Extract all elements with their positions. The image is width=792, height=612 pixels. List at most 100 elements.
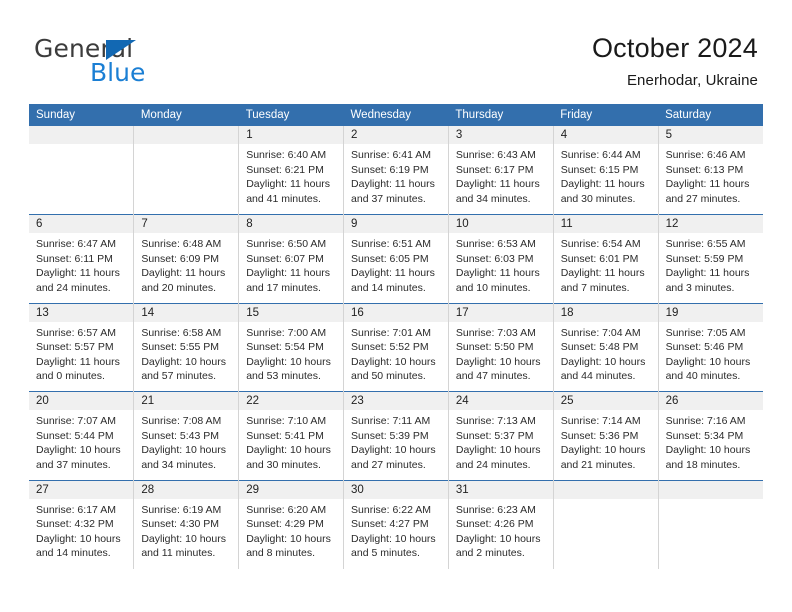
calendar-week-row: 6 Sunrise: 6:47 AM Sunset: 6:11 PM Dayli… bbox=[29, 214, 763, 303]
daylight-text: Daylight: 11 hours and 34 minutes. bbox=[455, 178, 540, 205]
day-cell[interactable]: 31 Sunrise: 6:23 AM Sunset: 4:26 PM Dayl… bbox=[447, 479, 554, 569]
general-blue-logo[interactable]: General Blue bbox=[34, 36, 234, 88]
sunrise-text: Sunrise: 6:23 AM bbox=[455, 503, 536, 516]
daylight-text: Daylight: 10 hours and 24 minutes. bbox=[455, 444, 541, 471]
day-number: 29 bbox=[239, 480, 344, 499]
sunrise-text: Sunrise: 6:48 AM bbox=[141, 238, 222, 250]
daylight-text: Daylight: 10 hours and 14 minutes. bbox=[36, 532, 121, 560]
sunrise-text: Sunrise: 6:47 AM bbox=[36, 238, 116, 250]
sunrise-text: Sunrise: 6:57 AM bbox=[36, 326, 116, 339]
calendar-page: General Blue October 2024 Enerhodar, Ukr… bbox=[0, 0, 792, 612]
daylight-text: Daylight: 11 hours and 7 minutes. bbox=[560, 267, 645, 294]
weekday-header-friday: Friday bbox=[553, 104, 659, 126]
day-cell[interactable]: 21 Sunrise: 7:08 AM Sunset: 5:43 PM Dayl… bbox=[133, 391, 239, 480]
day-details bbox=[134, 144, 238, 148]
day-number bbox=[553, 480, 658, 499]
sunset-text: Sunset: 5:37 PM bbox=[455, 429, 534, 442]
day-details bbox=[554, 499, 658, 503]
day-cell[interactable]: 7 Sunrise: 6:48 AM Sunset: 6:09 PM Dayli… bbox=[133, 214, 239, 303]
sunrise-text: Sunrise: 7:11 AM bbox=[351, 415, 431, 427]
day-cell[interactable]: 28 Sunrise: 6:19 AM Sunset: 4:30 PM Dayl… bbox=[133, 479, 239, 569]
day-cell[interactable]: 12 Sunrise: 6:55 AM Sunset: 5:59 PM Dayl… bbox=[657, 214, 763, 303]
weekday-header-saturday: Saturday bbox=[658, 104, 763, 126]
day-details: Sunrise: 6:44 AM Sunset: 6:15 PM Dayligh… bbox=[554, 144, 658, 206]
day-cell[interactable]: 17 Sunrise: 7:03 AM Sunset: 5:50 PM Dayl… bbox=[447, 302, 554, 392]
day-cell[interactable]: 14 Sunrise: 6:58 AM Sunset: 5:55 PM Dayl… bbox=[133, 302, 239, 392]
day-details: Sunrise: 7:11 AM Sunset: 5:39 PM Dayligh… bbox=[344, 410, 448, 472]
sunset-text: Sunset: 5:52 PM bbox=[351, 341, 429, 354]
sunset-text: Sunset: 5:44 PM bbox=[36, 429, 114, 442]
day-cell[interactable]: 15 Sunrise: 7:00 AM Sunset: 5:54 PM Dayl… bbox=[238, 302, 344, 392]
sunset-text: Sunset: 6:05 PM bbox=[351, 252, 429, 265]
sunset-text: Sunset: 5:57 PM bbox=[36, 341, 114, 354]
day-cell[interactable]: 1 Sunrise: 6:40 AM Sunset: 6:21 PM Dayli… bbox=[238, 126, 344, 215]
daylight-text: Daylight: 10 hours and 18 minutes. bbox=[665, 444, 751, 471]
weekday-header-thursday: Thursday bbox=[448, 104, 554, 126]
day-cell[interactable]: 8 Sunrise: 6:50 AM Sunset: 6:07 PM Dayli… bbox=[238, 214, 344, 303]
day-cell[interactable]: 19 Sunrise: 7:05 AM Sunset: 5:46 PM Dayl… bbox=[657, 302, 763, 392]
day-cell[interactable]: 2 Sunrise: 6:41 AM Sunset: 6:19 PM Dayli… bbox=[343, 126, 449, 215]
sunset-text: Sunset: 6:13 PM bbox=[665, 163, 744, 176]
sunrise-text: Sunrise: 7:03 AM bbox=[455, 326, 536, 339]
daylight-text: Daylight: 10 hours and 50 minutes. bbox=[351, 355, 436, 383]
day-cell[interactable]: 13 Sunrise: 6:57 AM Sunset: 5:57 PM Dayl… bbox=[29, 302, 134, 392]
sunset-text: Sunset: 6:09 PM bbox=[141, 252, 219, 265]
day-cell[interactable] bbox=[133, 126, 239, 215]
day-cell[interactable]: 20 Sunrise: 7:07 AM Sunset: 5:44 PM Dayl… bbox=[29, 391, 134, 480]
day-cell[interactable]: 10 Sunrise: 6:53 AM Sunset: 6:03 PM Dayl… bbox=[447, 214, 554, 303]
day-number: 14 bbox=[134, 303, 239, 322]
day-cell[interactable]: 22 Sunrise: 7:10 AM Sunset: 5:41 PM Dayl… bbox=[238, 391, 344, 480]
day-details: Sunrise: 6:51 AM Sunset: 6:05 PM Dayligh… bbox=[344, 233, 448, 295]
day-cell[interactable] bbox=[29, 126, 134, 215]
sunset-text: Sunset: 5:55 PM bbox=[141, 341, 219, 354]
sunset-text: Sunset: 5:46 PM bbox=[665, 341, 744, 354]
sunrise-text: Sunrise: 7:13 AM bbox=[455, 415, 536, 427]
day-number: 4 bbox=[553, 126, 658, 144]
calendar-week-row: 1 Sunrise: 6:40 AM Sunset: 6:21 PM Dayli… bbox=[29, 126, 763, 215]
sunset-text: Sunset: 4:27 PM bbox=[351, 518, 429, 531]
day-cell[interactable]: 23 Sunrise: 7:11 AM Sunset: 5:39 PM Dayl… bbox=[343, 391, 449, 480]
day-cell[interactable]: 18 Sunrise: 7:04 AM Sunset: 5:48 PM Dayl… bbox=[552, 302, 659, 392]
day-cell[interactable]: 5 Sunrise: 6:46 AM Sunset: 6:13 PM Dayli… bbox=[657, 126, 763, 215]
day-cell[interactable]: 3 Sunrise: 6:43 AM Sunset: 6:17 PM Dayli… bbox=[447, 126, 554, 215]
day-cell[interactable]: 25 Sunrise: 7:14 AM Sunset: 5:36 PM Dayl… bbox=[552, 391, 659, 480]
day-cell[interactable] bbox=[657, 479, 763, 569]
day-cell[interactable]: 27 Sunrise: 6:17 AM Sunset: 4:32 PM Dayl… bbox=[29, 479, 134, 569]
sunset-text: Sunset: 6:01 PM bbox=[560, 252, 639, 265]
daylight-text: Daylight: 10 hours and 30 minutes. bbox=[246, 444, 331, 471]
day-cell[interactable]: 6 Sunrise: 6:47 AM Sunset: 6:11 PM Dayli… bbox=[29, 214, 134, 303]
day-number bbox=[658, 480, 763, 499]
day-cell[interactable]: 11 Sunrise: 6:54 AM Sunset: 6:01 PM Dayl… bbox=[552, 214, 659, 303]
daylight-text: Daylight: 10 hours and 53 minutes. bbox=[246, 355, 331, 383]
day-cell[interactable]: 26 Sunrise: 7:16 AM Sunset: 5:34 PM Dayl… bbox=[657, 391, 763, 480]
day-details: Sunrise: 6:50 AM Sunset: 6:07 PM Dayligh… bbox=[239, 233, 343, 295]
daylight-text: Daylight: 11 hours and 24 minutes. bbox=[36, 267, 120, 294]
sunrise-text: Sunrise: 6:55 AM bbox=[665, 238, 746, 250]
sunset-text: Sunset: 4:29 PM bbox=[246, 518, 324, 531]
day-number: 31 bbox=[448, 480, 553, 499]
day-number bbox=[134, 126, 239, 144]
day-details bbox=[29, 144, 133, 148]
day-details: Sunrise: 6:57 AM Sunset: 5:57 PM Dayligh… bbox=[29, 322, 133, 384]
calendar-body: 1 Sunrise: 6:40 AM Sunset: 6:21 PM Dayli… bbox=[29, 126, 763, 569]
day-cell[interactable]: 4 Sunrise: 6:44 AM Sunset: 6:15 PM Dayli… bbox=[552, 126, 659, 215]
daylight-text: Daylight: 11 hours and 30 minutes. bbox=[560, 178, 645, 205]
day-cell[interactable]: 29 Sunrise: 6:20 AM Sunset: 4:29 PM Dayl… bbox=[238, 479, 344, 569]
day-cell[interactable]: 24 Sunrise: 7:13 AM Sunset: 5:37 PM Dayl… bbox=[447, 391, 554, 480]
daylight-text: Daylight: 10 hours and 21 minutes. bbox=[560, 444, 646, 471]
day-cell[interactable]: 16 Sunrise: 7:01 AM Sunset: 5:52 PM Dayl… bbox=[343, 302, 449, 392]
sunset-text: Sunset: 6:21 PM bbox=[246, 163, 324, 176]
day-cell[interactable]: 30 Sunrise: 6:22 AM Sunset: 4:27 PM Dayl… bbox=[343, 479, 449, 569]
day-number: 20 bbox=[29, 392, 134, 410]
day-details: Sunrise: 6:20 AM Sunset: 4:29 PM Dayligh… bbox=[239, 499, 343, 561]
day-cell[interactable] bbox=[552, 479, 659, 569]
day-cell[interactable]: 9 Sunrise: 6:51 AM Sunset: 6:05 PM Dayli… bbox=[343, 214, 449, 303]
sunset-text: Sunset: 5:59 PM bbox=[665, 252, 744, 265]
page-subtitle: Enerhodar, Ukraine bbox=[626, 72, 758, 89]
day-details: Sunrise: 7:05 AM Sunset: 5:46 PM Dayligh… bbox=[659, 322, 763, 384]
sunrise-text: Sunrise: 7:10 AM bbox=[246, 415, 327, 427]
day-details: Sunrise: 6:40 AM Sunset: 6:21 PM Dayligh… bbox=[239, 144, 343, 206]
sunset-text: Sunset: 6:07 PM bbox=[246, 252, 324, 265]
day-details: Sunrise: 7:07 AM Sunset: 5:44 PM Dayligh… bbox=[29, 410, 133, 472]
daylight-text: Daylight: 10 hours and 27 minutes. bbox=[351, 444, 436, 471]
